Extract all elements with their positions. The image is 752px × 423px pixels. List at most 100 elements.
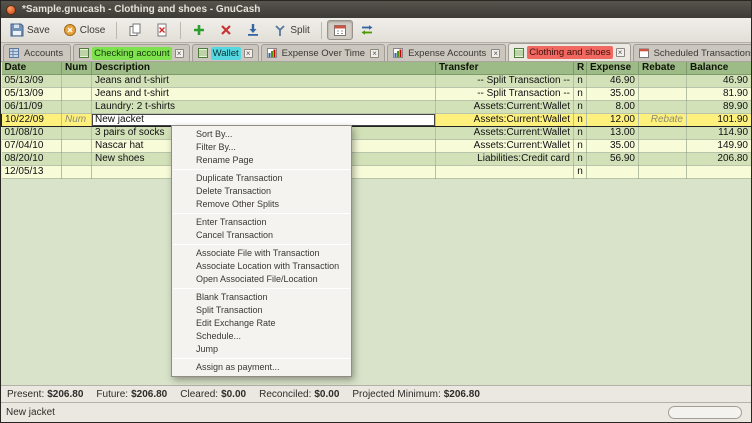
menu-item-sort-by[interactable]: Sort By... xyxy=(172,128,351,141)
cell-num[interactable] xyxy=(62,127,92,140)
cell-expense[interactable]: 46.90 xyxy=(587,75,639,88)
cell-reconcile[interactable]: n xyxy=(574,88,587,101)
menu-item-edit-exchange-rate[interactable]: Edit Exchange Rate xyxy=(172,317,351,330)
save-button[interactable]: Save xyxy=(4,20,56,40)
cell-transfer[interactable]: Assets:Current:Wallet xyxy=(436,101,574,114)
col-header-num[interactable]: Num xyxy=(62,62,92,75)
cell-transfer[interactable]: Assets:Current:Wallet xyxy=(436,127,574,140)
cell-expense[interactable]: 56.90 xyxy=(587,153,639,166)
cell-balance[interactable]: 101.90 xyxy=(687,114,752,127)
tab-close-icon[interactable] xyxy=(175,49,184,58)
cell-rebate[interactable] xyxy=(639,166,687,179)
menu-item-associate-file[interactable]: Associate File with Transaction xyxy=(172,247,351,260)
menu-item-rename-page[interactable]: Rename Page xyxy=(172,154,351,167)
menu-item-enter-transaction[interactable]: Enter Transaction xyxy=(172,216,351,229)
cell-balance[interactable]: 206.80 xyxy=(687,153,752,166)
cell-expense[interactable]: 12.00 xyxy=(587,114,639,127)
transaction-row[interactable]: 05/13/09 Jeans and t-shirt -- Split Tran… xyxy=(2,75,752,88)
cell-date[interactable]: 12/05/13 xyxy=(2,166,62,179)
cell-rebate[interactable] xyxy=(639,101,687,114)
tab-accounts[interactable]: Accounts xyxy=(3,44,71,61)
close-button[interactable]: Close xyxy=(57,20,112,40)
tab-wallet[interactable]: Wallet xyxy=(192,44,259,61)
window-close-button[interactable] xyxy=(6,5,16,15)
cell-date[interactable]: 07/04/10 xyxy=(2,140,62,153)
transaction-row[interactable]: 06/11/09 Laundry: 2 t-shirts Assets:Curr… xyxy=(2,101,752,114)
cell-reconcile[interactable]: n xyxy=(574,101,587,114)
cell-reconcile[interactable]: n xyxy=(574,75,587,88)
cell-reconcile[interactable]: n xyxy=(574,140,587,153)
cell-num[interactable] xyxy=(62,140,92,153)
tab-close-icon[interactable] xyxy=(370,49,379,58)
cell-rebate[interactable] xyxy=(639,140,687,153)
cell-description[interactable]: Jeans and t-shirt xyxy=(92,88,436,101)
tab-close-icon[interactable] xyxy=(616,48,625,57)
transaction-row[interactable]: 01/08/10 3 pairs of socks Assets:Current… xyxy=(2,127,752,140)
selected-transaction-row[interactable]: 10/22/09 Num New jacket Assets:Current:W… xyxy=(2,114,752,127)
cell-transfer[interactable]: Liabilities:Credit card xyxy=(436,153,574,166)
cell-balance[interactable]: 114.90 xyxy=(687,127,752,140)
tab-close-icon[interactable] xyxy=(491,49,500,58)
cell-description[interactable]: Jeans and t-shirt xyxy=(92,75,436,88)
col-header-description[interactable]: Description xyxy=(92,62,436,75)
transaction-row[interactable]: 08/20/10 New shoes Liabilities:Credit ca… xyxy=(2,153,752,166)
transaction-row[interactable]: 05/13/09 Jeans and t-shirt -- Split Tran… xyxy=(2,88,752,101)
menu-item-schedule[interactable]: Schedule... xyxy=(172,330,351,343)
menu-item-duplicate-transaction[interactable]: Duplicate Transaction xyxy=(172,172,351,185)
split-button[interactable]: Split xyxy=(267,20,315,40)
col-header-reconcile[interactable]: R xyxy=(574,62,587,75)
cell-reconcile[interactable]: n xyxy=(574,114,587,127)
menu-item-split-transaction[interactable]: Split Transaction xyxy=(172,304,351,317)
cell-date[interactable]: 05/13/09 xyxy=(2,88,62,101)
cell-rebate[interactable] xyxy=(639,75,687,88)
cell-balance[interactable]: 81.90 xyxy=(687,88,752,101)
col-header-rebate[interactable]: Rebate xyxy=(639,62,687,75)
cell-rebate[interactable] xyxy=(639,127,687,140)
cell-num[interactable] xyxy=(62,88,92,101)
menu-item-remove-other-splits[interactable]: Remove Other Splits xyxy=(172,198,351,211)
cell-transfer[interactable]: -- Split Transaction -- xyxy=(436,75,574,88)
schedule-button[interactable] xyxy=(327,20,353,40)
cell-num[interactable] xyxy=(62,101,92,114)
cell-date[interactable]: 08/20/10 xyxy=(2,153,62,166)
cell-description[interactable]: Laundry: 2 t-shirts xyxy=(92,101,436,114)
cell-reconcile[interactable]: n xyxy=(574,166,587,179)
tab-checking-account[interactable]: Checking account xyxy=(73,44,190,61)
cell-date[interactable]: 01/08/10 xyxy=(2,127,62,140)
tab-clothing-and-shoes[interactable]: Clothing and shoes xyxy=(508,43,630,61)
menu-item-delete-transaction[interactable]: Delete Transaction xyxy=(172,185,351,198)
cell-balance[interactable]: 149.90 xyxy=(687,140,752,153)
tab-scheduled-transactions[interactable]: Scheduled Transactions xyxy=(633,44,751,61)
cell-expense[interactable]: 35.00 xyxy=(587,140,639,153)
blank-transaction-row[interactable]: 12/05/13 n xyxy=(2,166,752,179)
transaction-row[interactable]: 07/04/10 Nascar hat Assets:Current:Walle… xyxy=(2,140,752,153)
cell-num-placeholder[interactable]: Num xyxy=(62,114,92,127)
cell-expense[interactable] xyxy=(587,166,639,179)
cell-transfer[interactable] xyxy=(436,166,574,179)
cell-balance[interactable]: 89.90 xyxy=(687,101,752,114)
cell-expense[interactable]: 35.00 xyxy=(587,88,639,101)
cell-balance[interactable]: 46.90 xyxy=(687,75,752,88)
cell-reconcile[interactable]: n xyxy=(574,127,587,140)
enter-button[interactable] xyxy=(186,20,212,40)
cell-date[interactable]: 05/13/09 xyxy=(2,75,62,88)
cell-balance[interactable] xyxy=(687,166,752,179)
tab-expense-over-time[interactable]: Expense Over Time xyxy=(261,44,385,61)
col-header-balance[interactable]: Balance xyxy=(687,62,752,75)
menu-item-filter-by[interactable]: Filter By... xyxy=(172,141,351,154)
menu-item-cancel-transaction[interactable]: Cancel Transaction xyxy=(172,229,351,242)
cell-transfer[interactable]: -- Split Transaction -- xyxy=(436,88,574,101)
cell-num[interactable] xyxy=(62,153,92,166)
cell-date[interactable]: 06/11/09 xyxy=(2,101,62,114)
transfer-button[interactable] xyxy=(354,20,380,40)
cell-num[interactable] xyxy=(62,166,92,179)
cell-transfer[interactable]: Assets:Current:Wallet xyxy=(436,140,574,153)
cell-expense[interactable]: 8.00 xyxy=(587,101,639,114)
duplicate-button[interactable] xyxy=(122,20,148,40)
cancel-button[interactable] xyxy=(213,20,239,40)
col-header-transfer[interactable]: Transfer xyxy=(436,62,574,75)
menu-item-associate-location[interactable]: Associate Location with Transaction xyxy=(172,260,351,273)
menu-item-assign-as-payment[interactable]: Assign as payment... xyxy=(172,361,351,374)
col-header-date[interactable]: Date xyxy=(2,62,62,75)
menu-item-jump[interactable]: Jump xyxy=(172,343,351,356)
